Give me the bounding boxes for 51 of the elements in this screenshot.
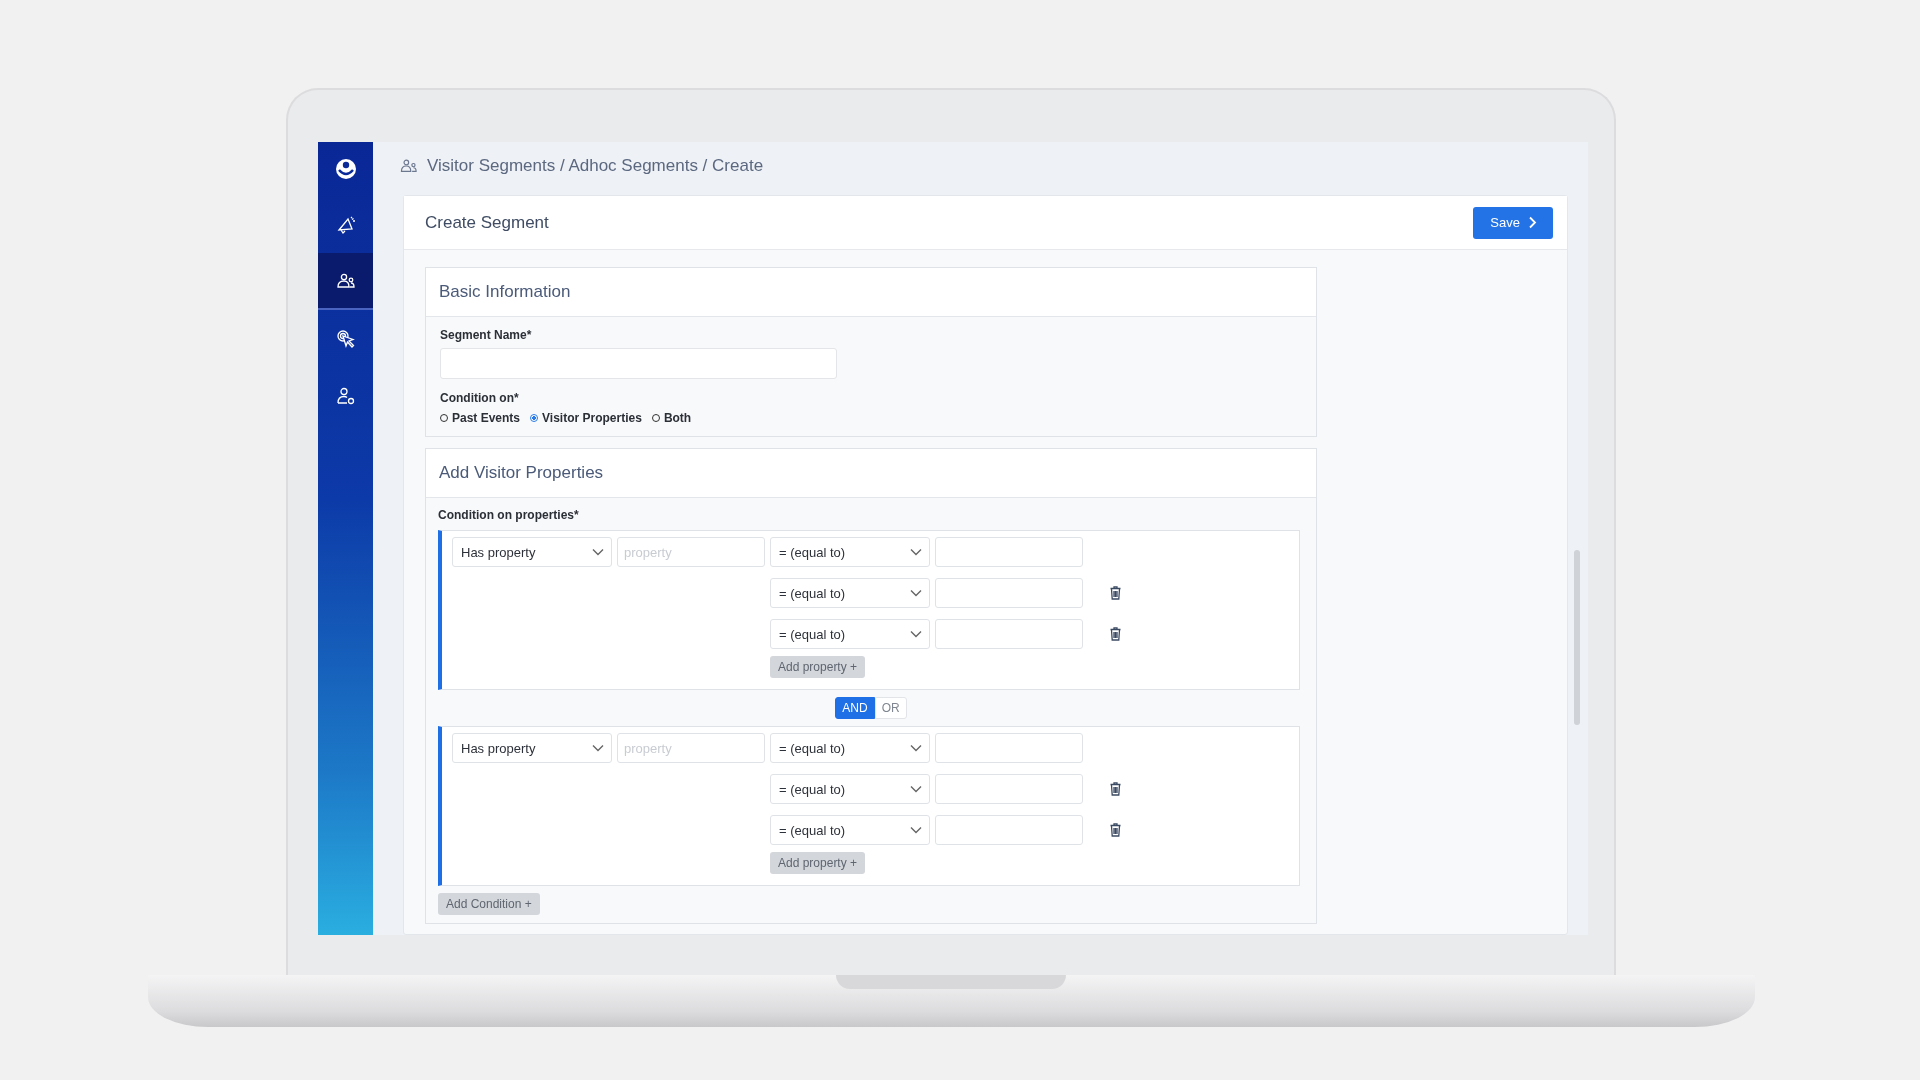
- field-label: Segment Name*: [440, 328, 532, 342]
- type-select[interactable]: Has property: [452, 537, 612, 567]
- add-condition-button[interactable]: Add Condition +: [438, 893, 540, 915]
- field-label: Condition on properties*: [438, 508, 579, 522]
- delete-icon[interactable]: [1110, 782, 1121, 796]
- chevron-down-icon: [910, 744, 922, 752]
- chevron-down-icon: [910, 785, 922, 793]
- chevron-down-icon: [592, 744, 604, 752]
- operator-select[interactable]: = (equal to): [770, 733, 930, 763]
- operator-select[interactable]: = (equal to): [770, 774, 930, 804]
- logo-icon: [334, 158, 357, 180]
- save-button[interactable]: Save: [1473, 206, 1553, 239]
- chevron-down-icon: [910, 826, 922, 834]
- chevron-down-icon: [910, 548, 922, 556]
- radio-option[interactable]: Both: [651, 411, 692, 425]
- breadcrumb: Visitor Segments / Adhoc Segments / Create: [427, 156, 764, 176]
- delete-icon[interactable]: [1110, 586, 1121, 600]
- value-field[interactable]: [935, 578, 1083, 608]
- section-title: Add Visitor Properties: [439, 463, 604, 483]
- operator-select[interactable]: = (equal to): [770, 619, 930, 649]
- operator-select[interactable]: = (equal to): [770, 537, 930, 567]
- value-field[interactable]: [935, 774, 1083, 804]
- segment-name-field[interactable]: [440, 348, 837, 379]
- delete-icon[interactable]: [1110, 823, 1121, 837]
- logic-toggle[interactable]: AND: [835, 697, 875, 719]
- page-title: Create Segment: [425, 212, 549, 233]
- people-icon: [400, 158, 418, 174]
- add-property-button[interactable]: Add property +: [770, 852, 866, 874]
- chevron-right-icon: [1528, 216, 1537, 229]
- add-property-button[interactable]: Add property +: [770, 656, 866, 678]
- value-field[interactable]: [935, 815, 1083, 845]
- chevron-down-icon: [910, 589, 922, 597]
- type-select[interactable]: Has property: [452, 733, 612, 763]
- delete-icon[interactable]: [1110, 627, 1121, 641]
- operator-select[interactable]: = (equal to): [770, 815, 930, 845]
- value-field[interactable]: [935, 733, 1083, 763]
- value-field[interactable]: [935, 619, 1083, 649]
- section-title: Basic Information: [439, 282, 571, 302]
- chevron-down-icon: [592, 548, 604, 556]
- operator-select[interactable]: = (equal to): [770, 578, 930, 608]
- scrollbar[interactable]: [1574, 550, 1580, 725]
- cursor-icon[interactable]: [335, 328, 356, 349]
- user-gear-icon[interactable]: [335, 385, 356, 406]
- sidebar-nav-item[interactable]: [318, 253, 373, 310]
- field-label: Condition on*: [440, 391, 519, 405]
- chevron-down-icon: [910, 630, 922, 638]
- logic-toggle[interactable]: OR: [874, 697, 907, 719]
- megaphone-icon[interactable]: [335, 214, 356, 235]
- radio-option[interactable]: Visitor Properties: [530, 411, 642, 425]
- radio-option[interactable]: Past Events: [440, 411, 521, 425]
- value-field[interactable]: [935, 537, 1083, 567]
